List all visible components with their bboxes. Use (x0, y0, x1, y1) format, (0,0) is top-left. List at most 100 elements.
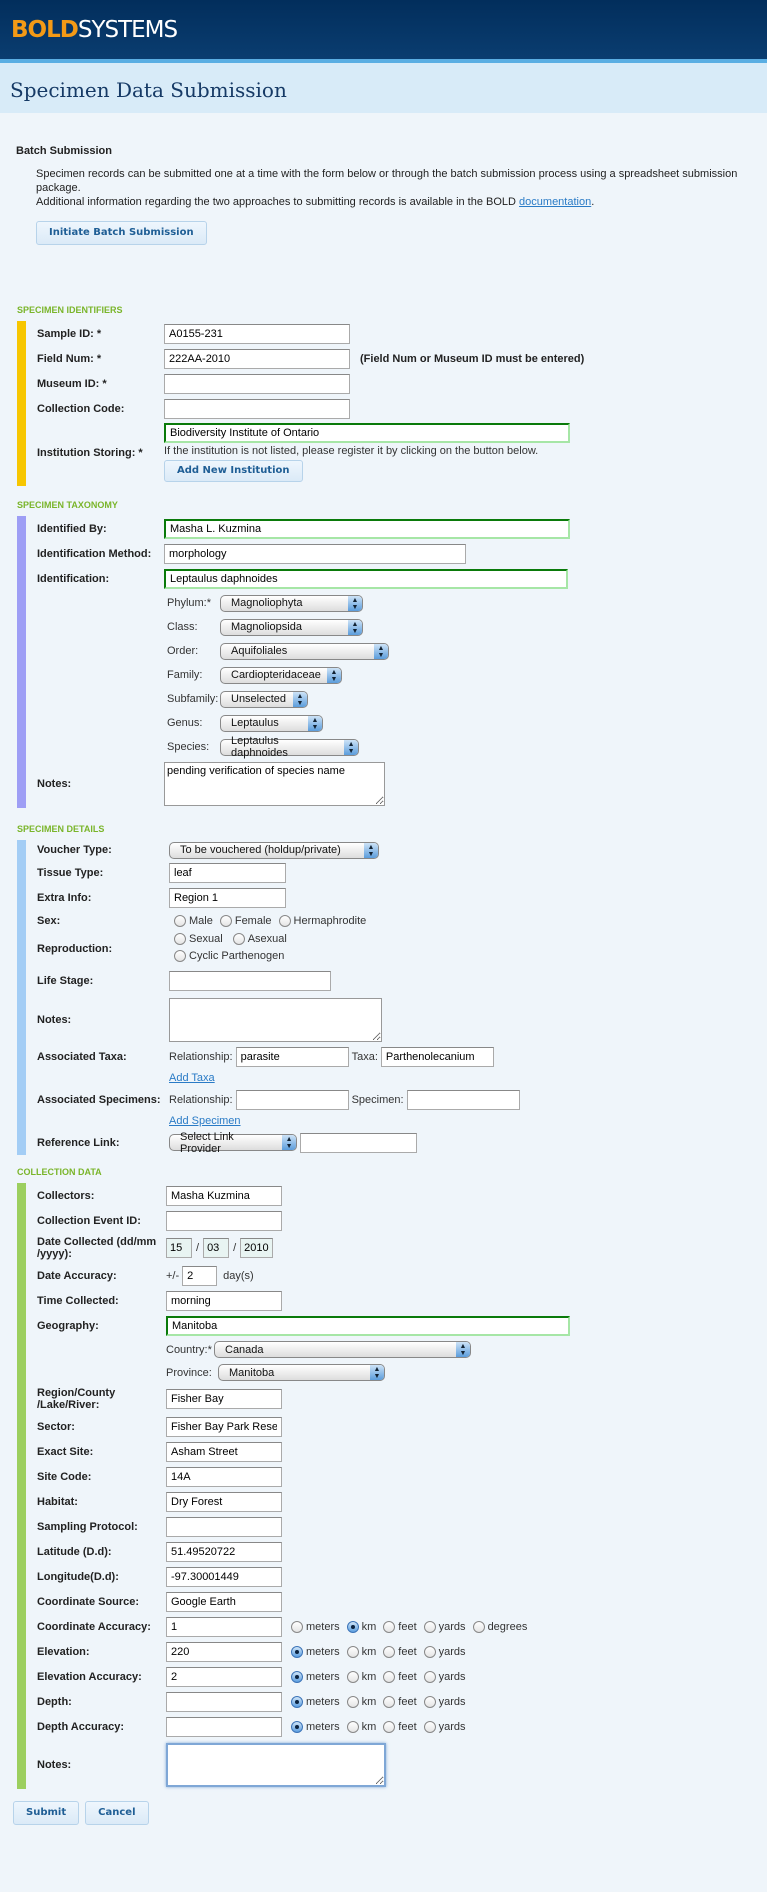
elev-acc-feet-radio[interactable]: feet (383, 1670, 417, 1683)
identification-input[interactable] (164, 568, 568, 589)
identified-by-input[interactable] (164, 518, 570, 539)
sex-male-radio[interactable]: Male (174, 915, 213, 927)
radio-icon (423, 1645, 436, 1658)
assoc-spec-specimen-input[interactable] (406, 1089, 520, 1110)
elevation-accuracy-input[interactable] (166, 1666, 282, 1687)
longitude-input[interactable] (166, 1566, 282, 1587)
sex-female-radio[interactable]: Female (219, 915, 272, 927)
institution-input[interactable] (164, 423, 570, 443)
coord-acc-km-radio[interactable]: km (346, 1620, 376, 1633)
elev-acc-meters-radio[interactable]: meters (291, 1670, 340, 1683)
radio-icon (219, 915, 232, 927)
voucher-type-select[interactable]: To be vouchered (holdup/private) ▲ ▼ (169, 841, 379, 859)
sample-id-input[interactable] (164, 323, 350, 344)
species-select[interactable]: Leptaulus daphnoides ▲ ▼ (220, 735, 359, 759)
date-separator: / (233, 1242, 237, 1254)
species-label: Species: (167, 741, 210, 753)
depth-feet-radio[interactable]: feet (383, 1695, 417, 1708)
add-specimen-link[interactable]: Add Specimen (169, 1115, 241, 1127)
museum-id-input[interactable] (164, 373, 350, 394)
submit-button[interactable]: Submit (13, 1801, 80, 1825)
identification-method-input[interactable] (164, 543, 466, 564)
elevation-feet-radio[interactable]: feet (383, 1645, 417, 1658)
site-code-input[interactable] (166, 1466, 282, 1487)
field-num-input[interactable] (164, 348, 350, 369)
elev-acc-km-radio[interactable]: km (346, 1670, 376, 1683)
depth-acc-feet-radio[interactable]: feet (383, 1720, 417, 1733)
assoc-taxa-relationship-input[interactable] (235, 1046, 349, 1067)
subfamily-select[interactable]: Unselected ▲ ▼ (220, 690, 308, 708)
depth-km-radio[interactable]: km (346, 1695, 377, 1708)
select-arrows-icon: ▲ ▼ (370, 1365, 384, 1380)
assoc-spec-specimen-label: Specimen: (351, 1093, 404, 1106)
habitat-input[interactable] (166, 1491, 282, 1512)
date-month-input[interactable] (203, 1238, 230, 1258)
assoc-taxa-taxa-input[interactable] (380, 1046, 494, 1067)
date-year-input[interactable] (240, 1238, 274, 1258)
time-collected-input[interactable] (166, 1290, 282, 1311)
collectors-input[interactable] (166, 1185, 282, 1206)
reproduction-asexual-radio[interactable]: Asexual (232, 933, 287, 945)
date-accuracy-input[interactable] (182, 1265, 218, 1286)
collection-event-id-input[interactable] (166, 1210, 282, 1231)
radio-icon (423, 1720, 436, 1733)
elevation-yards-radio[interactable]: yards (423, 1645, 466, 1658)
sex-hermaphrodite-radio[interactable]: Hermaphrodite (278, 915, 366, 927)
date-day-input[interactable] (166, 1238, 192, 1258)
coordinate-accuracy-input[interactable] (166, 1616, 282, 1637)
assoc-spec-relationship-input[interactable] (235, 1089, 349, 1110)
elevation-meters-radio[interactable]: meters (291, 1645, 340, 1658)
documentation-link[interactable]: documentation (519, 196, 591, 208)
latitude-input[interactable] (166, 1541, 282, 1562)
initiate-batch-button[interactable]: Initiate Batch Submission (36, 221, 207, 245)
add-institution-button[interactable]: Add New Institution (164, 460, 303, 482)
life-stage-input[interactable] (169, 971, 331, 991)
depth-meters-radio[interactable]: meters (291, 1695, 340, 1708)
elevation-km-radio[interactable]: km (346, 1645, 376, 1658)
exact-site-input[interactable] (166, 1441, 282, 1462)
collection-code-input[interactable] (164, 398, 350, 419)
extra-info-input[interactable] (169, 887, 286, 908)
reference-link-input[interactable] (300, 1132, 417, 1153)
add-taxa-link[interactable]: Add Taxa (169, 1072, 215, 1084)
elevation-input[interactable] (166, 1641, 282, 1662)
habitat-label: Habitat: (37, 1495, 78, 1508)
phylum-select[interactable]: Magnoliophyta ▲ ▼ (220, 594, 363, 612)
geography-input[interactable] (166, 1315, 570, 1336)
country-select[interactable]: Canada ▲ ▼ (214, 1341, 471, 1358)
depth-acc-yards-radio[interactable]: yards (423, 1720, 466, 1733)
bold-systems-logo[interactable]: BOLDSYSTEMS (11, 17, 178, 43)
cancel-button[interactable]: Cancel (85, 1801, 149, 1825)
depth-yards-radio[interactable]: yards (423, 1695, 466, 1708)
link-provider-select[interactable]: Select Link Provider ▲ ▼ (169, 1131, 297, 1155)
coord-acc-yards-radio[interactable]: yards (423, 1620, 466, 1633)
depth-acc-km-radio[interactable]: km (346, 1720, 376, 1733)
class-select[interactable]: Magnoliopsida ▲ ▼ (220, 618, 363, 636)
coordinate-source-input[interactable] (166, 1591, 282, 1612)
sampling-protocol-input[interactable] (166, 1516, 282, 1537)
depth-input[interactable] (166, 1691, 282, 1712)
province-select[interactable]: Manitoba ▲ ▼ (218, 1364, 385, 1381)
depth-acc-meters-radio[interactable]: meters (291, 1720, 340, 1733)
collection-notes-textarea[interactable] (166, 1743, 386, 1787)
genus-select[interactable]: Leptaulus ▲ ▼ (220, 714, 323, 732)
coord-acc-meters-radio[interactable]: meters (291, 1620, 340, 1633)
reproduction-sexual-radio[interactable]: Sexual (174, 933, 223, 945)
coord-acc-degrees-radio[interactable]: degrees (472, 1620, 527, 1633)
date-collected-label: Date Collected (dd/mm /yyyy): (37, 1236, 157, 1260)
details-notes-textarea[interactable] (169, 998, 382, 1042)
taxonomy-notes-textarea[interactable]: pending verification of species name (164, 762, 385, 806)
depth-accuracy-input[interactable] (166, 1716, 282, 1737)
reproduction-cyclic-radio[interactable]: Cyclic Parthenogen (174, 950, 284, 962)
radio-label: km (361, 1695, 377, 1708)
elev-acc-yards-radio[interactable]: yards (423, 1670, 466, 1683)
order-select[interactable]: Aquifoliales ▲ ▼ (220, 642, 389, 660)
coord-acc-feet-radio[interactable]: feet (383, 1620, 417, 1633)
radio-label: feet (398, 1695, 417, 1708)
sector-input[interactable] (166, 1416, 282, 1437)
field-num-note: (Field Num or Museum ID must be entered) (360, 352, 585, 365)
radio-icon (383, 1670, 396, 1683)
region-input[interactable] (166, 1389, 282, 1409)
tissue-type-input[interactable] (169, 862, 286, 883)
family-select[interactable]: Cardiopteridaceae ▲ ▼ (220, 666, 342, 684)
